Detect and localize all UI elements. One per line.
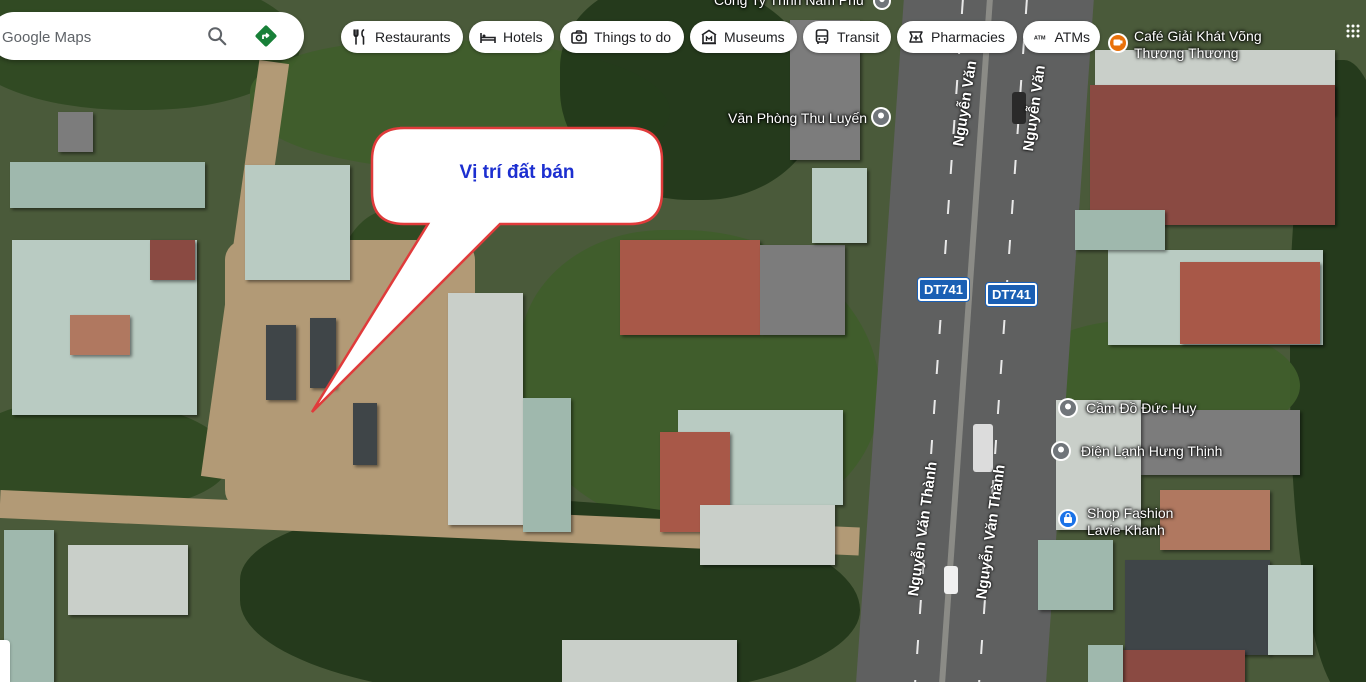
callout-annotation	[310, 126, 664, 413]
svg-text:ATM: ATM	[1034, 36, 1046, 42]
chip-pharmacies[interactable]: Pharmacies	[897, 21, 1017, 53]
bed-icon	[480, 33, 496, 43]
callout-label: Vị trí đất bán	[459, 162, 575, 183]
directions-icon[interactable]	[254, 24, 278, 48]
chip-label: Restaurants	[375, 29, 451, 45]
chip-transit[interactable]: Transit	[803, 21, 891, 53]
chip-label: ATMs	[1054, 29, 1090, 45]
chip-label: Transit	[837, 29, 880, 45]
chip-label: Hotels	[503, 29, 543, 45]
fork-knife-icon	[353, 29, 365, 45]
chip-atms[interactable]: ATM ATMs	[1023, 21, 1100, 53]
side-panel-toggle[interactable]	[0, 640, 10, 682]
chip-label: Pharmacies	[931, 29, 1005, 45]
atm-icon: ATM	[1034, 36, 1046, 42]
museum-icon	[701, 29, 717, 45]
chip-museums[interactable]: Museums	[690, 21, 797, 53]
camera-icon	[571, 30, 587, 44]
bus-icon	[815, 29, 829, 44]
search-box	[0, 12, 304, 60]
chip-label: Things to do	[594, 29, 672, 45]
chip-label: Museums	[724, 29, 785, 45]
chip-things-to-do[interactable]: Things to do	[560, 21, 684, 53]
satellite-map[interactable]: Nguyễn Văn Nguyễn Văn Nguyễn Văn Thành N…	[0, 0, 1366, 682]
apps-grid-icon[interactable]	[1346, 24, 1360, 38]
pharmacy-icon	[909, 31, 923, 43]
search-icon[interactable]	[206, 25, 228, 47]
search-input[interactable]	[0, 24, 204, 50]
chip-restaurants[interactable]: Restaurants	[341, 21, 463, 53]
chip-hotels[interactable]: Hotels	[469, 21, 554, 53]
